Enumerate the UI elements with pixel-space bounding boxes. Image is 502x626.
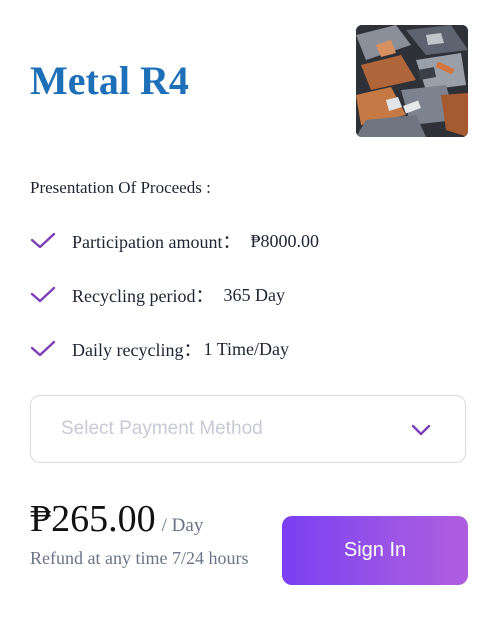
product-title: Metal R4 bbox=[30, 58, 189, 103]
payment-method-placeholder: Select Payment Method bbox=[61, 418, 263, 439]
feature-value: 365 Day bbox=[223, 284, 285, 305]
daily-price: ₱265.00 / Day bbox=[30, 497, 203, 541]
check-icon bbox=[30, 339, 56, 359]
sign-in-button[interactable]: Sign In bbox=[282, 516, 468, 585]
feature-label: Participation amount： bbox=[72, 232, 241, 252]
feature-label: Recycling period： bbox=[72, 286, 214, 306]
price-amount: ₱265.00 bbox=[30, 498, 156, 540]
feature-daily-recycling: Daily recycling： 1 Time/Day bbox=[30, 336, 289, 362]
scrap-metal-image bbox=[356, 25, 468, 137]
refund-note: Refund at any time 7/24 hours bbox=[30, 548, 249, 568]
check-icon bbox=[30, 285, 56, 305]
payment-method-select[interactable]: Select Payment Method bbox=[30, 395, 466, 463]
feature-value: 1 Time/Day bbox=[203, 338, 289, 359]
proceeds-heading: Presentation Of Proceeds : bbox=[30, 178, 211, 197]
feature-participation-amount: Participation amount： ₱8000.00 bbox=[30, 228, 319, 254]
price-unit: / Day bbox=[161, 515, 204, 536]
check-icon bbox=[30, 231, 56, 251]
feature-recycling-period: Recycling period： 365 Day bbox=[30, 282, 285, 308]
feature-label: Daily recycling： bbox=[72, 340, 202, 360]
chevron-down-icon[interactable] bbox=[411, 423, 431, 441]
feature-value: ₱8000.00 bbox=[250, 230, 319, 251]
